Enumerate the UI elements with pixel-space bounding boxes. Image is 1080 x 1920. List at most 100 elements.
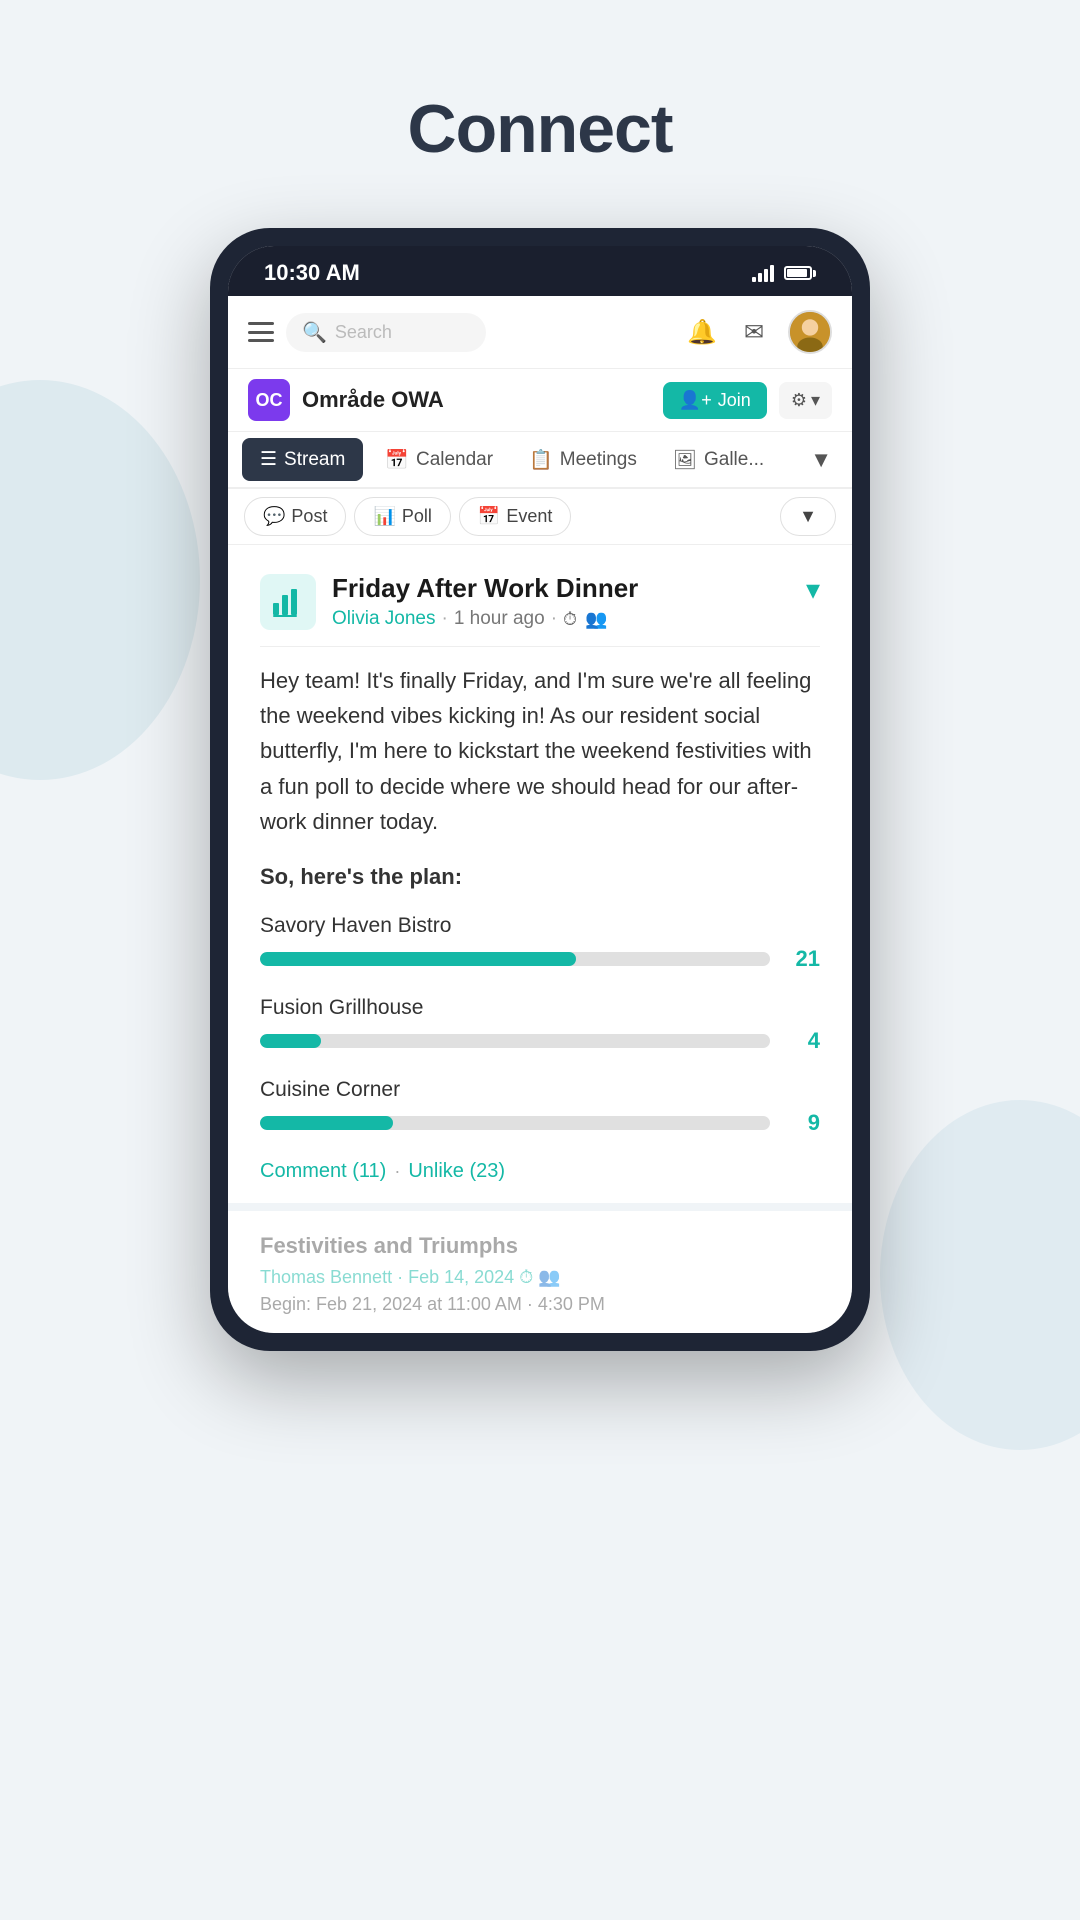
poll-option-3-label: Cuisine Corner bbox=[260, 1078, 820, 1102]
poll-bar-fill-2 bbox=[260, 1034, 321, 1048]
phone-screen: 10:30 AM bbox=[228, 246, 852, 1333]
post-body: Hey team! It's finally Friday, and I'm s… bbox=[260, 663, 820, 894]
calendar-icon: 📅 bbox=[385, 448, 409, 472]
settings-chevron: ▾ bbox=[811, 390, 820, 411]
partial-post-card: Festivities and Triumphs Thomas Bennett … bbox=[228, 1211, 852, 1333]
poll-bar-bg-2 bbox=[260, 1034, 770, 1048]
tab-meetings-label: Meetings bbox=[560, 449, 637, 471]
signal-icon bbox=[752, 264, 774, 282]
bar-chart-icon bbox=[271, 585, 305, 619]
post-author[interactable]: Olivia Jones bbox=[332, 608, 436, 630]
hamburger-menu[interactable] bbox=[248, 322, 274, 342]
meetings-icon: 📋 bbox=[529, 448, 553, 472]
post-button[interactable]: 💬 Post bbox=[244, 497, 346, 536]
community-row: OC Område OWA 👤+ Join ⚙ ▾ bbox=[228, 369, 852, 432]
tab-stream[interactable]: ☰ Stream bbox=[242, 438, 363, 481]
action-dot: · bbox=[394, 1161, 400, 1182]
community-icon-label: OC bbox=[256, 390, 283, 411]
header-right: 🔔 ✉ bbox=[684, 310, 832, 354]
poll-option-2[interactable]: Fusion Grillhouse 4 bbox=[260, 996, 820, 1054]
community-left: OC Område OWA bbox=[248, 379, 444, 421]
battery-tip bbox=[813, 270, 816, 277]
poll-section: Savory Haven Bistro 21 Fusion Grillhouse bbox=[260, 914, 820, 1136]
envelope-icon[interactable]: ✉ bbox=[736, 314, 772, 350]
status-bar: 10:30 AM bbox=[228, 246, 852, 296]
app-header: 🔍 Search 🔔 ✉ bbox=[228, 296, 852, 369]
tab-calendar[interactable]: 📅 Calendar bbox=[367, 434, 511, 486]
partial-clock-icon: ⏱ 👥 bbox=[519, 1267, 560, 1287]
join-label: Join bbox=[718, 390, 751, 411]
poll-count-2: 4 bbox=[784, 1028, 820, 1054]
poll-icon: 📊 bbox=[373, 506, 395, 527]
post-card: Friday After Work Dinner Olivia Jones · … bbox=[228, 545, 852, 1211]
join-icon: 👤+ bbox=[679, 390, 712, 411]
signal-bar-2 bbox=[758, 273, 762, 282]
comment-button[interactable]: Comment (11) bbox=[260, 1160, 386, 1183]
battery-fill bbox=[787, 269, 807, 277]
poll-bar-row-3: 9 bbox=[260, 1110, 820, 1136]
gallery-icon: 🖼 bbox=[673, 448, 697, 472]
header-left: 🔍 Search bbox=[248, 313, 486, 352]
poll-bar-row-1: 21 bbox=[260, 946, 820, 972]
post-subtitle: Olivia Jones · 1 hour ago · ⏱ 👥 bbox=[332, 608, 638, 630]
bg-decoration-right bbox=[880, 1100, 1080, 1450]
poll-option-1[interactable]: Savory Haven Bistro 21 bbox=[260, 914, 820, 972]
poll-count-1: 21 bbox=[784, 946, 820, 972]
signal-bar-3 bbox=[764, 269, 768, 282]
event-button[interactable]: 📅 Event bbox=[459, 497, 571, 536]
user-avatar[interactable] bbox=[788, 310, 832, 354]
partial-post-begin: Begin: Feb 21, 2024 at 11:00 AM · 4:30 P… bbox=[260, 1294, 820, 1315]
clock-icon: ⏱ bbox=[563, 609, 577, 630]
stream-icon: ☰ bbox=[260, 448, 277, 471]
poll-bar-fill-1 bbox=[260, 952, 576, 966]
event-icon: 📅 bbox=[478, 506, 500, 527]
avatar-image bbox=[790, 310, 830, 354]
bell-icon[interactable]: 🔔 bbox=[684, 314, 720, 350]
hamburger-line-3 bbox=[248, 339, 274, 342]
poll-bar-fill-3 bbox=[260, 1116, 393, 1130]
community-icon: OC bbox=[248, 379, 290, 421]
phone-frame: 10:30 AM bbox=[210, 228, 870, 1351]
tab-gallery-label: Galle... bbox=[704, 449, 764, 471]
partial-post-author: Thomas Bennett bbox=[260, 1267, 392, 1287]
more-tabs-button[interactable]: ▼ bbox=[800, 433, 842, 487]
divider bbox=[260, 646, 820, 647]
more-actions-button[interactable]: ▼ bbox=[780, 497, 836, 536]
search-icon: 🔍 bbox=[302, 320, 327, 345]
tab-stream-label: Stream bbox=[284, 449, 345, 471]
post-time: 1 hour ago bbox=[454, 608, 545, 630]
search-placeholder: Search bbox=[335, 322, 392, 343]
settings-icon: ⚙ bbox=[791, 390, 807, 411]
tab-meetings[interactable]: 📋 Meetings bbox=[511, 434, 655, 486]
event-label: Event bbox=[506, 506, 552, 527]
partial-post-meta: Thomas Bennett · Feb 14, 2024 ⏱ 👥 bbox=[260, 1267, 820, 1288]
battery-body bbox=[784, 266, 812, 280]
unlike-button[interactable]: Unlike (23) bbox=[408, 1160, 505, 1183]
post-label: Post bbox=[291, 506, 327, 527]
tab-calendar-label: Calendar bbox=[416, 449, 493, 471]
post-actions: Comment (11) · Unlike (23) bbox=[260, 1160, 820, 1183]
join-button[interactable]: 👤+ Join bbox=[663, 382, 767, 419]
post-meta-icons: ⏱ 👥 bbox=[563, 609, 607, 630]
poll-option-3[interactable]: Cuisine Corner 9 bbox=[260, 1078, 820, 1136]
signal-bar-1 bbox=[752, 277, 756, 282]
post-title: Friday After Work Dinner bbox=[332, 573, 638, 604]
tab-gallery[interactable]: 🖼 Galle... bbox=[655, 434, 782, 486]
post-meta: Friday After Work Dinner Olivia Jones · … bbox=[332, 573, 638, 630]
post-body-text: Hey team! It's finally Friday, and I'm s… bbox=[260, 668, 812, 834]
page-title: Connect bbox=[0, 0, 1080, 168]
signal-bar-4 bbox=[770, 265, 774, 282]
expand-chevron[interactable]: ▾ bbox=[806, 573, 820, 606]
poll-bar-row-2: 4 bbox=[260, 1028, 820, 1054]
poll-button[interactable]: 📊 Poll bbox=[354, 497, 450, 536]
action-bar: 💬 Post 📊 Poll 📅 Event ▼ bbox=[228, 489, 852, 545]
post-plan-heading: So, here's the plan: bbox=[260, 859, 820, 894]
post-type-icon bbox=[260, 574, 316, 630]
settings-button[interactable]: ⚙ ▾ bbox=[779, 382, 832, 419]
status-time: 10:30 AM bbox=[264, 260, 360, 286]
hamburger-line-1 bbox=[248, 322, 274, 325]
poll-bar-bg-1 bbox=[260, 952, 770, 966]
search-box[interactable]: 🔍 Search bbox=[286, 313, 486, 352]
post-header: Friday After Work Dinner Olivia Jones · … bbox=[260, 573, 820, 630]
community-actions: 👤+ Join ⚙ ▾ bbox=[663, 382, 832, 419]
